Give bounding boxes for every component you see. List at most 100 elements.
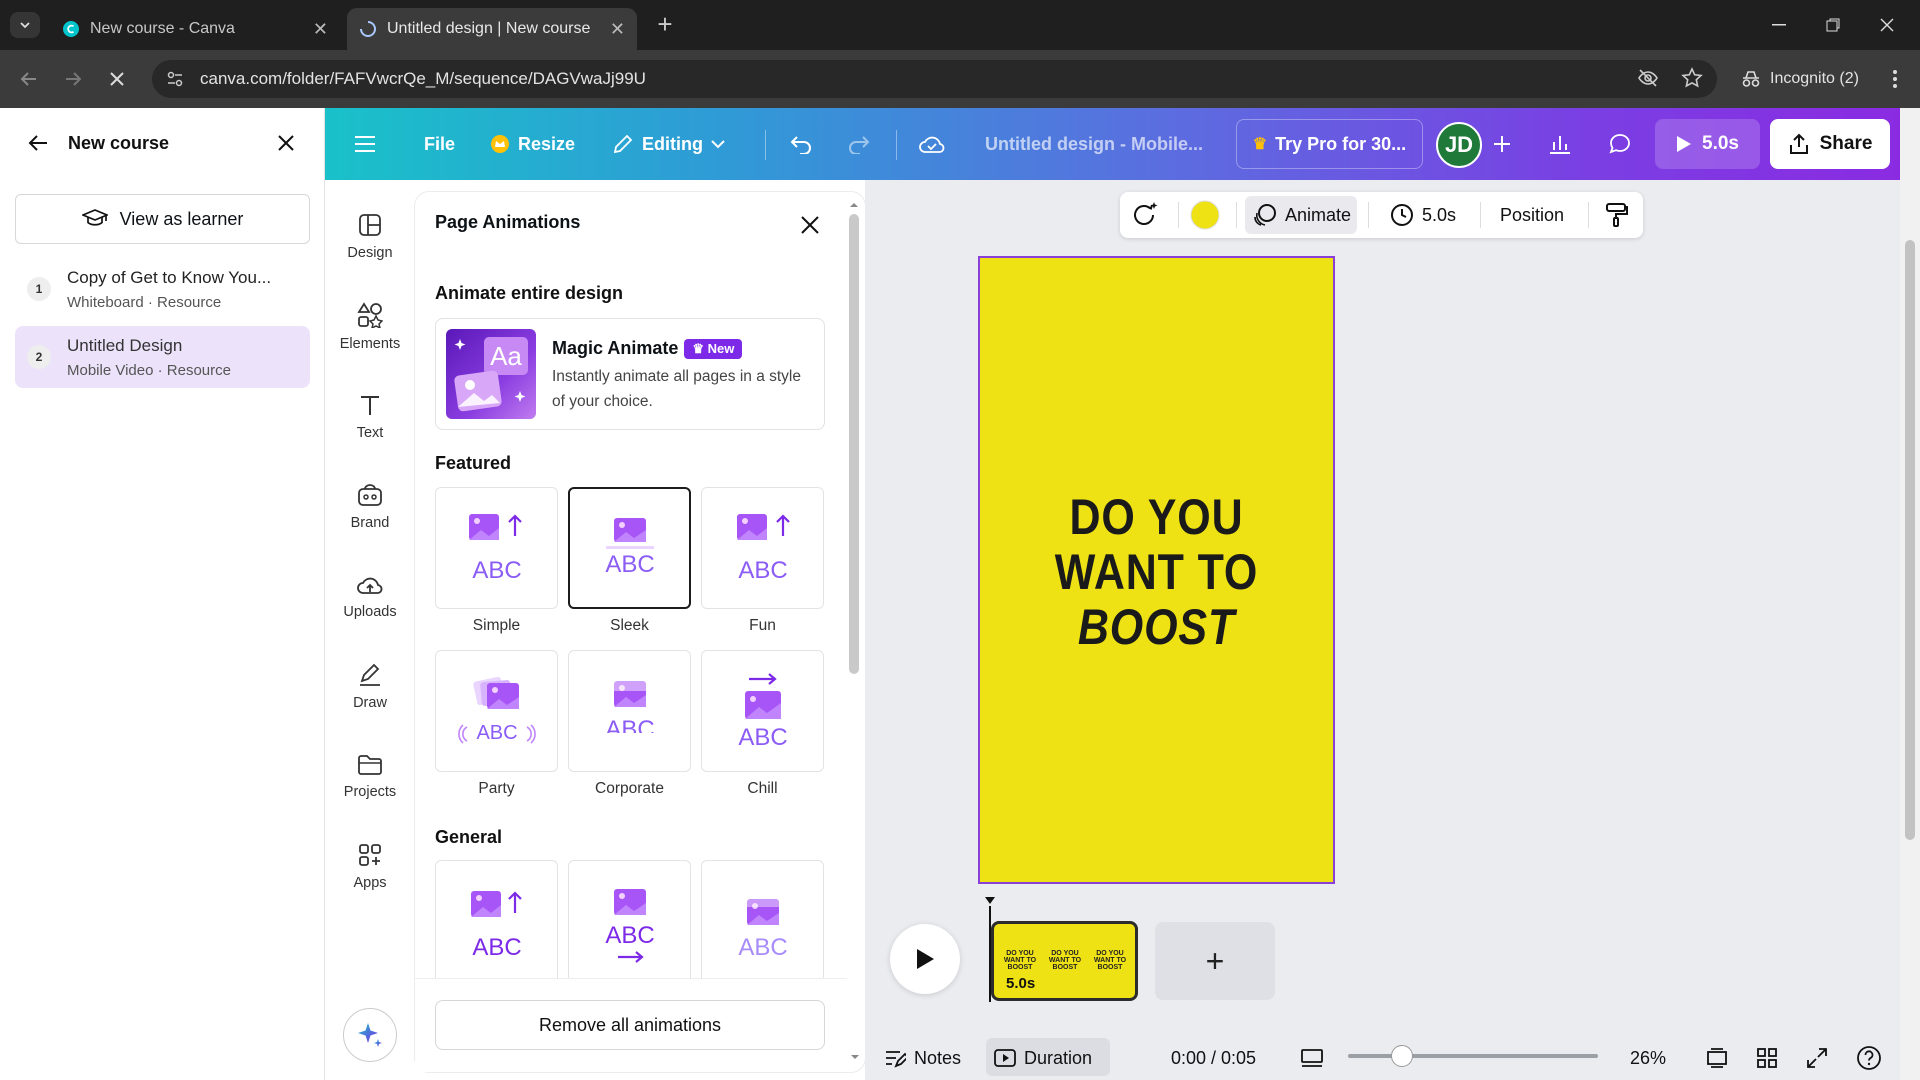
timeline-page-thumbnail[interactable]: DO YOU WANT TO BOOST DO YOU WANT TO BOOS… [991,921,1138,1001]
eye-off-icon[interactable] [1637,67,1659,89]
grid-view-button[interactable] [1756,1040,1778,1076]
animation-tile-general-pan[interactable]: ABC [568,860,691,978]
arrow-left-icon [20,72,36,86]
rail-item-design[interactable]: Design [325,197,415,277]
help-button[interactable] [1856,1040,1882,1076]
close-icon[interactable] [277,134,295,152]
zoom-slider-track[interactable] [1348,1054,1598,1058]
design-title[interactable]: Untitled design - Mobile... [985,126,1203,162]
view-as-learner-button[interactable]: View as learner [15,194,310,244]
copy-style-button[interactable] [1605,197,1629,233]
position-button[interactable]: Position [1500,197,1564,233]
present-play-button[interactable]: 5.0s [1655,119,1760,169]
url-bar[interactable]: canva.com/folder/FAFVwcrQe_M/sequence/DA… [152,60,1717,98]
file-menu-button[interactable]: File [424,126,455,162]
rail-item-brand[interactable]: Brand [325,467,415,547]
lesson-title: Untitled Design [67,335,183,355]
animation-tile-fun[interactable]: ABC [701,487,824,609]
simple-animation-icon: ABC [468,514,522,584]
animation-tile-corporate[interactable]: ABC [568,650,691,772]
fullscreen-button[interactable] [1806,1040,1828,1076]
close-icon [110,72,124,86]
tab-search-button[interactable] [10,12,40,38]
pages-view-button[interactable] [1706,1040,1728,1076]
canva-favicon-icon [63,21,79,37]
arrow-left-icon[interactable] [28,134,48,152]
animate-button[interactable]: Animate [1253,197,1351,233]
minimize-button[interactable] [1752,8,1806,42]
new-tab-button[interactable]: + [650,10,680,40]
close-panel-button[interactable] [795,210,825,240]
timeline-play-button[interactable] [890,924,960,994]
panel-scroll-thumb[interactable] [849,214,859,674]
duration-button[interactable]: 5.0s [1390,197,1456,233]
magic-switch-button[interactable] [1128,197,1160,233]
lesson-item-active[interactable]: 2 Untitled Design Mobile Video · Resourc… [15,326,310,388]
zoom-slider-handle[interactable] [1391,1045,1414,1067]
close-tab-icon[interactable]: ✕ [313,19,328,40]
incognito-indicator[interactable]: Incognito (2) [1730,62,1869,96]
animation-tile-general-fade[interactable]: ABC [701,860,824,978]
rail-label: Text [356,425,384,441]
magic-assistant-button[interactable] [343,1008,397,1062]
undo-button[interactable] [779,122,823,166]
animation-tile-party[interactable]: ABC [435,650,558,772]
user-avatar[interactable]: JD [1436,122,1482,168]
background-color-button[interactable] [1190,197,1220,233]
close-icon [1880,18,1894,32]
resize-button[interactable]: Resize [490,126,575,162]
duration-toggle-button[interactable]: Duration [994,1040,1092,1076]
redo-button[interactable] [837,122,881,166]
insights-button[interactable] [1538,122,1582,166]
rail-item-projects[interactable]: Projects [325,737,415,817]
tile-label: Fun [749,617,776,634]
add-page-button[interactable]: + [1155,922,1275,1000]
lesson-item[interactable]: 1 Copy of Get to Know You... Whiteboard … [15,258,310,320]
film-play-icon [994,1049,1016,1067]
site-info-icon [167,71,183,87]
comments-button[interactable] [1598,122,1642,166]
remove-all-animations-button[interactable]: Remove all animations [435,1000,825,1050]
design-headline[interactable]: DO YOU WANT TO BOOST [1003,490,1310,655]
redo-icon [849,136,870,154]
play-duration: 5.0s [1702,133,1739,154]
stop-loading-button[interactable] [102,64,132,94]
page-scroll-thumb[interactable] [1905,240,1915,840]
zoom-level[interactable]: 26% [1630,1040,1666,1076]
animation-tile-sleek[interactable]: ABC [568,487,691,609]
rail-item-elements[interactable]: Elements [325,287,415,367]
bookmark-star-icon[interactable] [1681,67,1703,89]
lesson-subtitle: Mobile Video · Resource [67,361,231,379]
animation-tile-general-rise[interactable]: ABC [435,860,558,978]
animation-tile-chill[interactable]: ABC [701,650,824,772]
back-button[interactable] [14,64,44,94]
playhead-marker-icon[interactable] [984,896,995,906]
browser-tab[interactable]: New course - Canva ✕ [50,8,340,50]
chill-animation-icon: ABC [738,673,787,751]
header-divider [765,130,766,160]
header-divider [896,130,897,160]
add-collaborator-button[interactable] [1480,122,1524,166]
main-menu-button[interactable] [354,126,376,162]
rail-item-text[interactable]: Text [325,377,415,457]
rail-item-uploads[interactable]: Uploads [325,557,415,637]
restore-button[interactable] [1806,8,1860,42]
scroll-down-arrow-icon[interactable] [849,1052,861,1062]
browser-tab-active[interactable]: Untitled design | New course ✕ [347,8,637,50]
save-status-button[interactable] [910,122,954,166]
try-pro-button[interactable]: ♛ Try Pro for 30... [1236,119,1423,169]
browser-menu-button[interactable] [1880,64,1910,94]
scroll-up-arrow-icon[interactable] [848,200,860,210]
editing-mode-button[interactable]: Editing [612,126,725,162]
close-tab-icon[interactable]: ✕ [610,19,625,40]
rail-item-draw[interactable]: Draw [325,647,415,727]
tab-title: Untitled design | New course [387,20,591,37]
forward-button[interactable] [58,64,88,94]
share-button[interactable]: Share [1770,119,1890,169]
notes-button[interactable]: Notes [884,1040,961,1076]
rail-item-apps[interactable]: Apps [325,827,415,907]
close-window-button[interactable] [1860,8,1914,42]
hide-pages-button[interactable] [1300,1040,1324,1076]
animation-tile-simple[interactable]: ABC [435,487,558,609]
toolbar-divider [1368,202,1369,228]
